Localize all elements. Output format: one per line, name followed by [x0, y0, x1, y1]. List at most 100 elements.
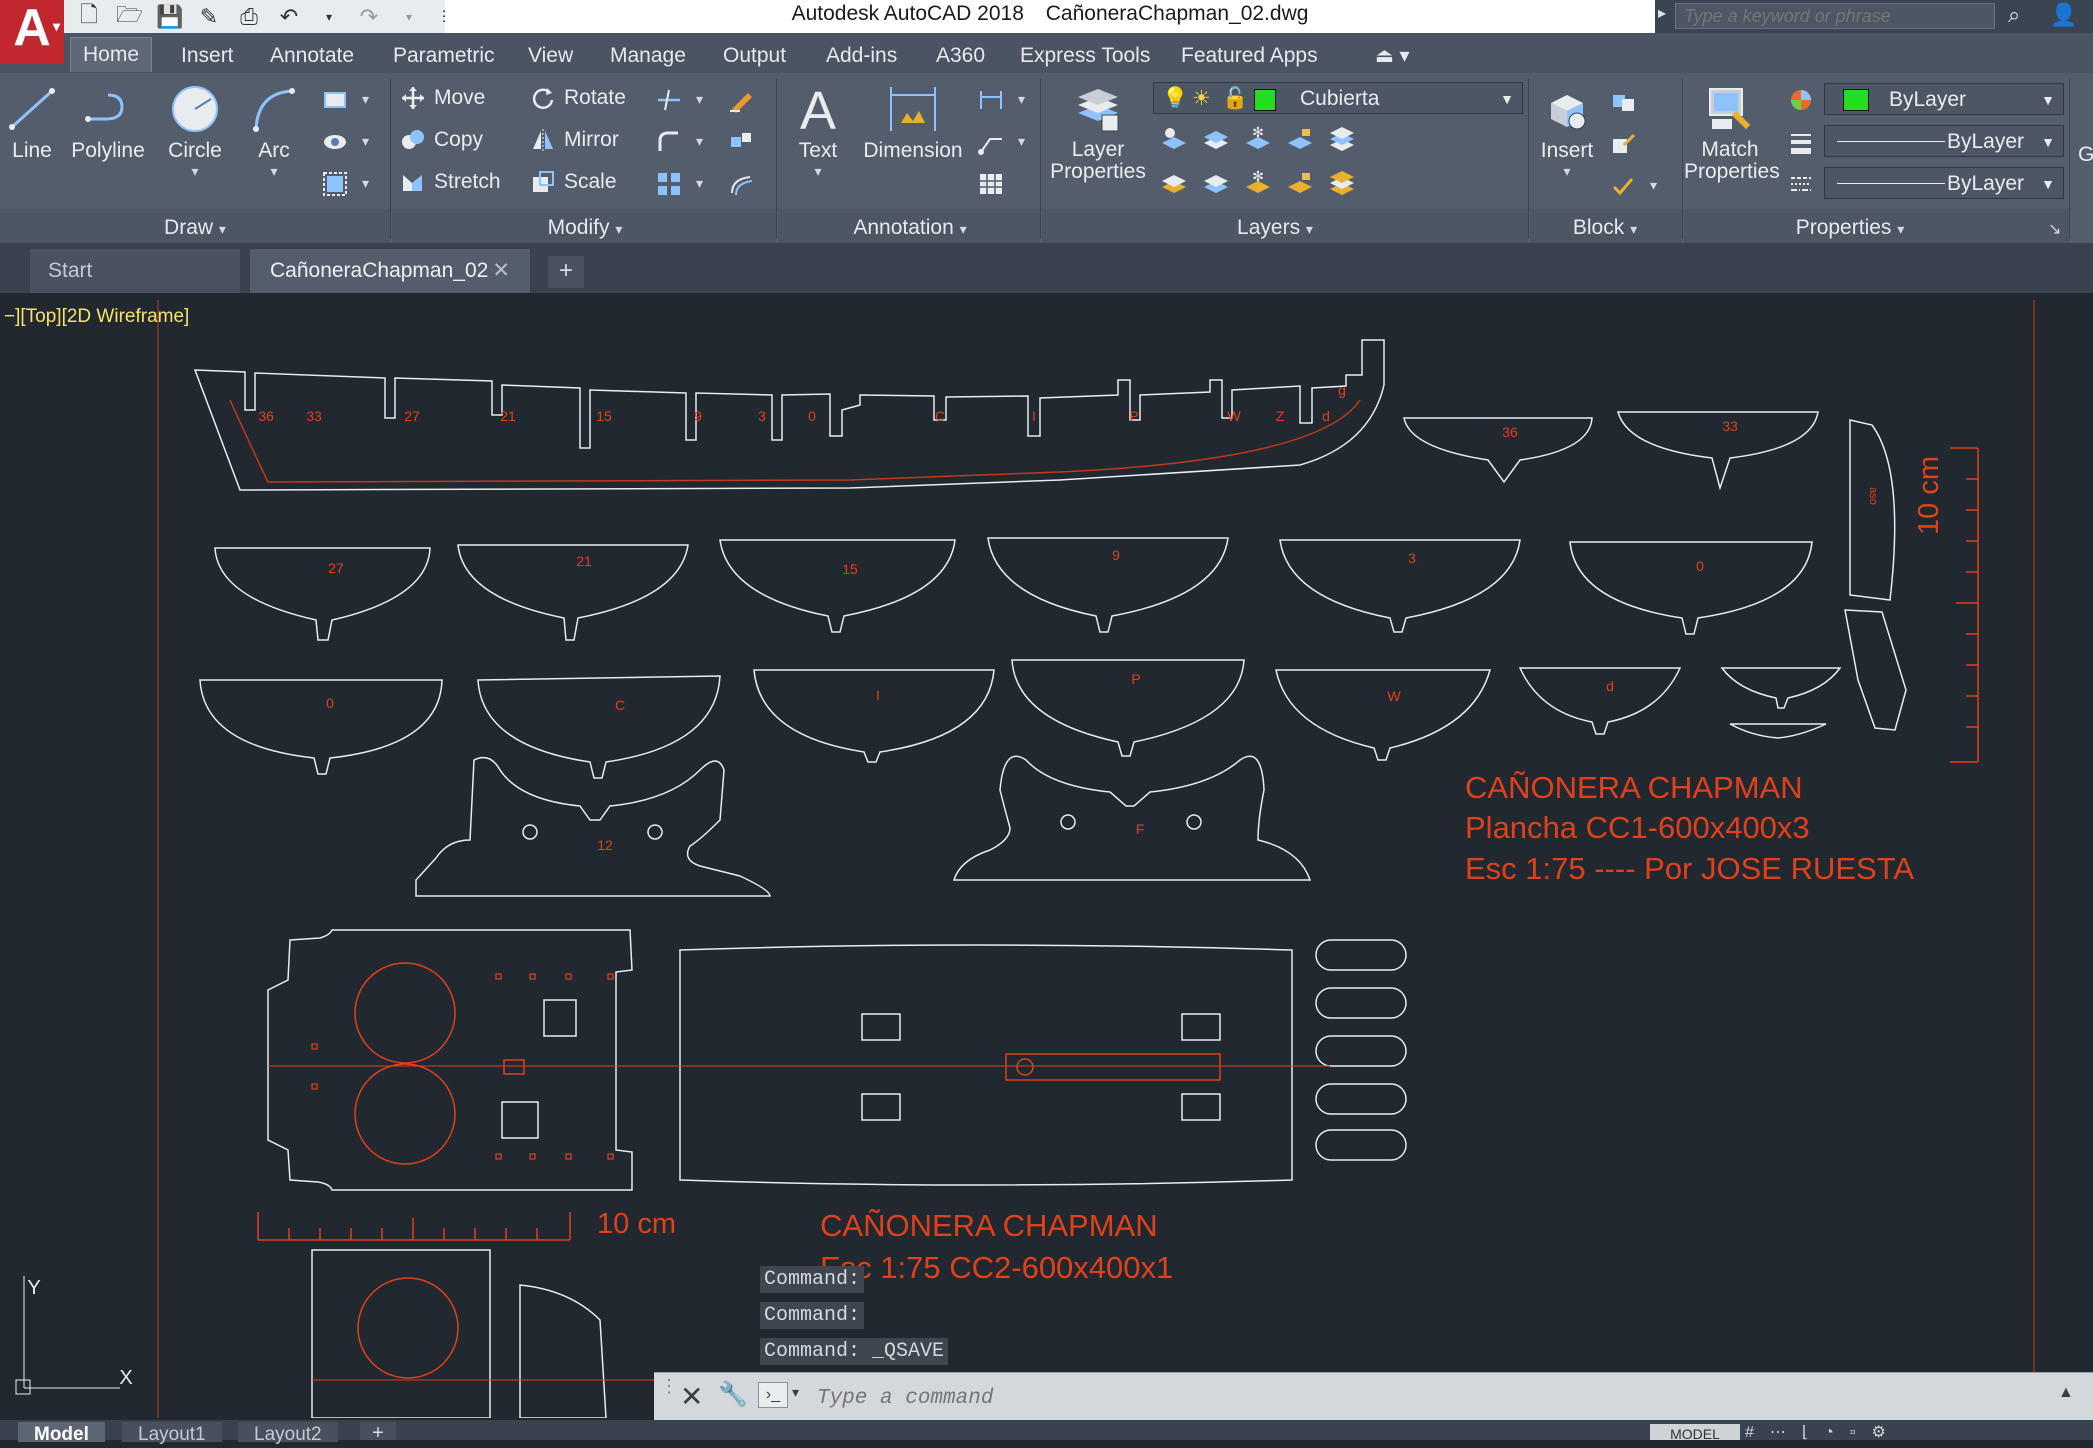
copy-button[interactable]: Copy [400, 127, 483, 153]
command-history-up-icon[interactable]: ▲ [2058, 1384, 2074, 1402]
layer-match-icon[interactable] [1202, 169, 1230, 195]
grid-icon[interactable]: # [1745, 1424, 1770, 1441]
color-wheel-icon[interactable] [1788, 87, 1814, 113]
block-panel-label[interactable]: Block ▾ [1550, 213, 1660, 243]
array-dropdown-icon[interactable]: ▾ [696, 175, 703, 192]
arc-button[interactable]: Arc ▾ [244, 83, 304, 180]
rectangle-dropdown-icon[interactable]: ▾ [362, 91, 369, 108]
binoculars-icon[interactable]: ⌕ [2008, 2, 2020, 28]
save-as-icon[interactable]: ✎ [196, 4, 222, 30]
layers-panel-label[interactable]: Layers ▾ [1220, 213, 1330, 243]
layout-tab-model[interactable]: Model [18, 1422, 105, 1445]
circle-button[interactable]: Circle ▾ [160, 83, 230, 180]
rectangle-icon[interactable] [322, 87, 348, 113]
erase-icon[interactable] [728, 87, 754, 113]
snap-icon[interactable]: ⋯ [1770, 1424, 1802, 1441]
file-tab-start[interactable]: Start [30, 249, 240, 293]
insert-block-button[interactable]: Insert ▾ [1536, 83, 1598, 180]
tab-home[interactable]: Home [70, 37, 153, 72]
scale-button[interactable]: Scale [530, 169, 617, 195]
close-icon[interactable]: ✕ [680, 1380, 703, 1413]
insert-dropdown-icon[interactable]: ▾ [1536, 163, 1598, 180]
undo-dropdown-icon[interactable]: ▾ [316, 10, 342, 24]
text-dropdown-icon[interactable]: ▾ [790, 163, 846, 180]
unlock-icon[interactable]: 🔓 [1222, 83, 1248, 115]
lineweight-icon[interactable] [1788, 129, 1814, 155]
layer-lock-icon[interactable] [1286, 125, 1314, 151]
explode-icon[interactable] [728, 129, 754, 155]
layer-off-icon[interactable] [1160, 125, 1188, 151]
color-dropdown[interactable]: ByLayer ▼ [1824, 83, 2064, 115]
save-icon[interactable]: 💾 [156, 4, 183, 30]
fillet-icon[interactable] [656, 129, 682, 155]
tab-express-tools[interactable]: Express Tools [1020, 41, 1150, 71]
annotation-panel-label[interactable]: Annotation ▾ [830, 213, 990, 243]
wrench-icon[interactable]: 🔧 [718, 1380, 748, 1409]
tab-annotate[interactable]: Annotate [270, 41, 354, 71]
layer-color-swatch[interactable] [1254, 89, 1276, 111]
edit-block-icon[interactable] [1610, 131, 1636, 157]
create-block-icon[interactable] [1610, 89, 1636, 115]
print-icon[interactable]: ⎙ [236, 4, 262, 30]
command-prompt-icon[interactable]: ›_ [758, 1382, 788, 1408]
layout-tab-layout1[interactable]: Layout1 [122, 1422, 222, 1445]
new-tab-button[interactable]: + [548, 256, 584, 288]
tab-featured-apps[interactable]: Featured Apps [1181, 41, 1318, 71]
redo-dropdown-icon[interactable]: ▾ [396, 10, 422, 24]
grip-handle-icon[interactable]: ⋮ [660, 1376, 678, 1397]
circle-dropdown-icon[interactable]: ▾ [160, 163, 230, 180]
tab-insert[interactable]: Insert [181, 41, 234, 71]
redo-icon[interactable]: ↷ [356, 4, 382, 30]
make-current-icon[interactable] [1160, 169, 1188, 195]
leader-icon[interactable] [978, 129, 1004, 155]
close-icon[interactable]: ✕ [492, 249, 510, 293]
layer-state-icon[interactable] [1328, 125, 1356, 151]
arc-dropdown-icon[interactable]: ▾ [244, 163, 304, 180]
layer-walk-icon[interactable]: ✻ [1244, 169, 1272, 195]
lineweight-dropdown[interactable]: ByLayer ▼ [1824, 125, 2064, 157]
stretch-button[interactable]: Stretch [400, 169, 501, 195]
layout-tab-layout2[interactable]: Layout2 [238, 1422, 338, 1445]
application-menu-button[interactable]: A ▾ [0, 0, 64, 64]
boundary-dropdown-icon[interactable]: ▾ [362, 175, 369, 192]
tab-a360[interactable]: A360 [936, 41, 985, 71]
hatch-icon[interactable] [322, 129, 348, 155]
search-input[interactable] [1675, 3, 1995, 29]
fillet-dropdown-icon[interactable]: ▾ [696, 133, 703, 150]
match-properties-button[interactable]: Match Properties [1684, 83, 1780, 184]
properties-dialog-launcher-icon[interactable]: ↘ [2048, 219, 2061, 239]
modify-panel-label[interactable]: Modify ▾ [520, 213, 650, 243]
offset-icon[interactable] [728, 171, 754, 197]
edit-attributes-icon[interactable] [1610, 173, 1636, 199]
ortho-icon[interactable]: ⌊ [1802, 1424, 1824, 1441]
mirror-button[interactable]: Mirror [530, 127, 619, 153]
layer-isolate-icon[interactable] [1202, 125, 1230, 151]
lightbulb-icon[interactable]: 💡 [1162, 83, 1188, 115]
line-button[interactable]: Line [4, 83, 60, 163]
rotate-button[interactable]: Rotate [530, 85, 626, 111]
linetype-dropdown[interactable]: ByLayer ▼ [1824, 167, 2064, 199]
tab-output[interactable]: Output [723, 41, 786, 71]
polar-icon[interactable]: ◔ [1824, 1424, 1850, 1441]
layer-dropdown[interactable]: 💡 ☀ 🔓 Cubierta ▼ [1153, 82, 1523, 114]
dimension-dropdown-icon[interactable]: ▾ [1018, 91, 1025, 108]
hatch-dropdown-icon[interactable]: ▾ [362, 133, 369, 150]
groups-panel-partial[interactable]: G [2078, 143, 2093, 167]
layer-properties-button[interactable]: Layer Properties [1048, 83, 1148, 184]
tab-add-ins[interactable]: Add-ins [826, 41, 897, 71]
linear-dimension-icon[interactable] [978, 87, 1004, 113]
move-button[interactable]: Move [400, 85, 485, 111]
layer-freeze-icon[interactable]: ✻ [1244, 125, 1272, 151]
dimension-button[interactable]: Dimension [860, 83, 966, 163]
tab-manage[interactable]: Manage [610, 41, 686, 71]
open-folder-icon[interactable]: 🗁 [116, 0, 143, 36]
draw-panel-label[interactable]: Draw ▾ [140, 213, 250, 243]
properties-panel-label[interactable]: Properties ▾ [1780, 213, 1920, 243]
sun-icon[interactable]: ☀ [1192, 83, 1211, 115]
tab-view[interactable]: View [528, 41, 573, 71]
text-button[interactable]: A Text ▾ [790, 83, 846, 180]
trim-icon[interactable] [656, 87, 682, 113]
add-layout-button[interactable]: + [360, 1422, 396, 1444]
layer-thaw-icon[interactable] [1286, 169, 1314, 195]
osnap-icon[interactable]: ▫ [1850, 1424, 1872, 1441]
